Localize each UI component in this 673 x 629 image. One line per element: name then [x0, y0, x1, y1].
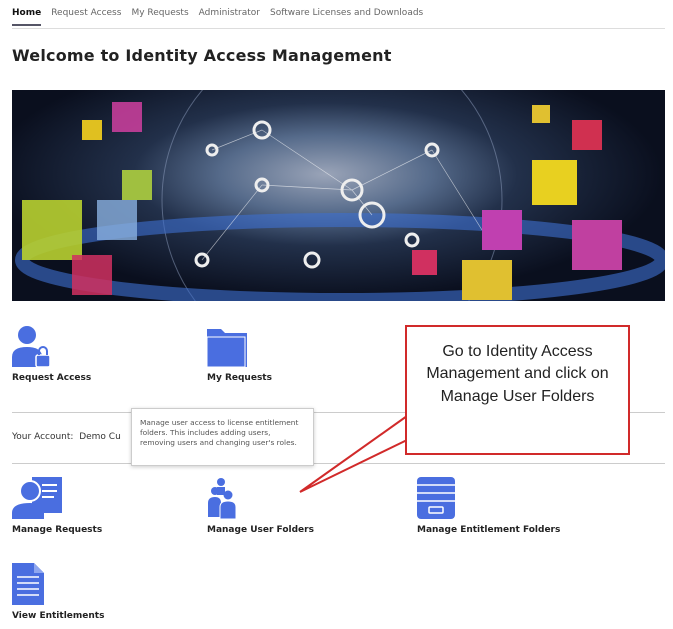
tile-request-access[interactable]: Request Access	[12, 325, 152, 383]
instruction-callout: Go to Identity Access Management and cli…	[405, 325, 630, 455]
nav-software-licenses[interactable]: Software Licenses and Downloads	[270, 8, 423, 26]
nav-my-requests[interactable]: My Requests	[131, 8, 188, 26]
tile-manage-entitlement-folders[interactable]: Manage Entitlement Folders	[417, 477, 561, 535]
tile-label: Manage User Folders	[207, 525, 314, 535]
nav-request-access[interactable]: Request Access	[51, 8, 121, 26]
account-label: Your Account:	[12, 432, 74, 442]
nav-divider	[12, 28, 665, 29]
nav-home[interactable]: Home	[12, 8, 42, 26]
account-info: Your Account: Demo Cu	[12, 432, 121, 442]
tile-my-requests[interactable]: My Requests	[207, 325, 347, 383]
hero-banner-globe-image	[12, 90, 665, 301]
tooltip: Manage user access to license entitlemen…	[131, 408, 314, 466]
account-value: Demo Cu	[79, 432, 121, 442]
manage-requests-icon	[12, 477, 62, 519]
tile-label: Request Access	[12, 373, 92, 383]
tile-view-entitlements[interactable]: View Entitlements	[12, 563, 152, 621]
tile-label: View Entitlements	[12, 611, 105, 621]
nav-administrator[interactable]: Administrator	[199, 8, 260, 26]
folder-icon	[207, 329, 247, 367]
tile-label: Manage Entitlement Folders	[417, 525, 561, 535]
page-title: Welcome to Identity Access Management	[12, 46, 392, 65]
user-group-icon	[208, 478, 237, 519]
top-nav: Home Request Access My Requests Administ…	[12, 8, 423, 26]
tile-label: Manage Requests	[12, 525, 103, 535]
tile-manage-requests[interactable]: Manage Requests	[12, 477, 152, 535]
document-icon	[12, 563, 44, 605]
user-lock-icon	[12, 326, 51, 367]
